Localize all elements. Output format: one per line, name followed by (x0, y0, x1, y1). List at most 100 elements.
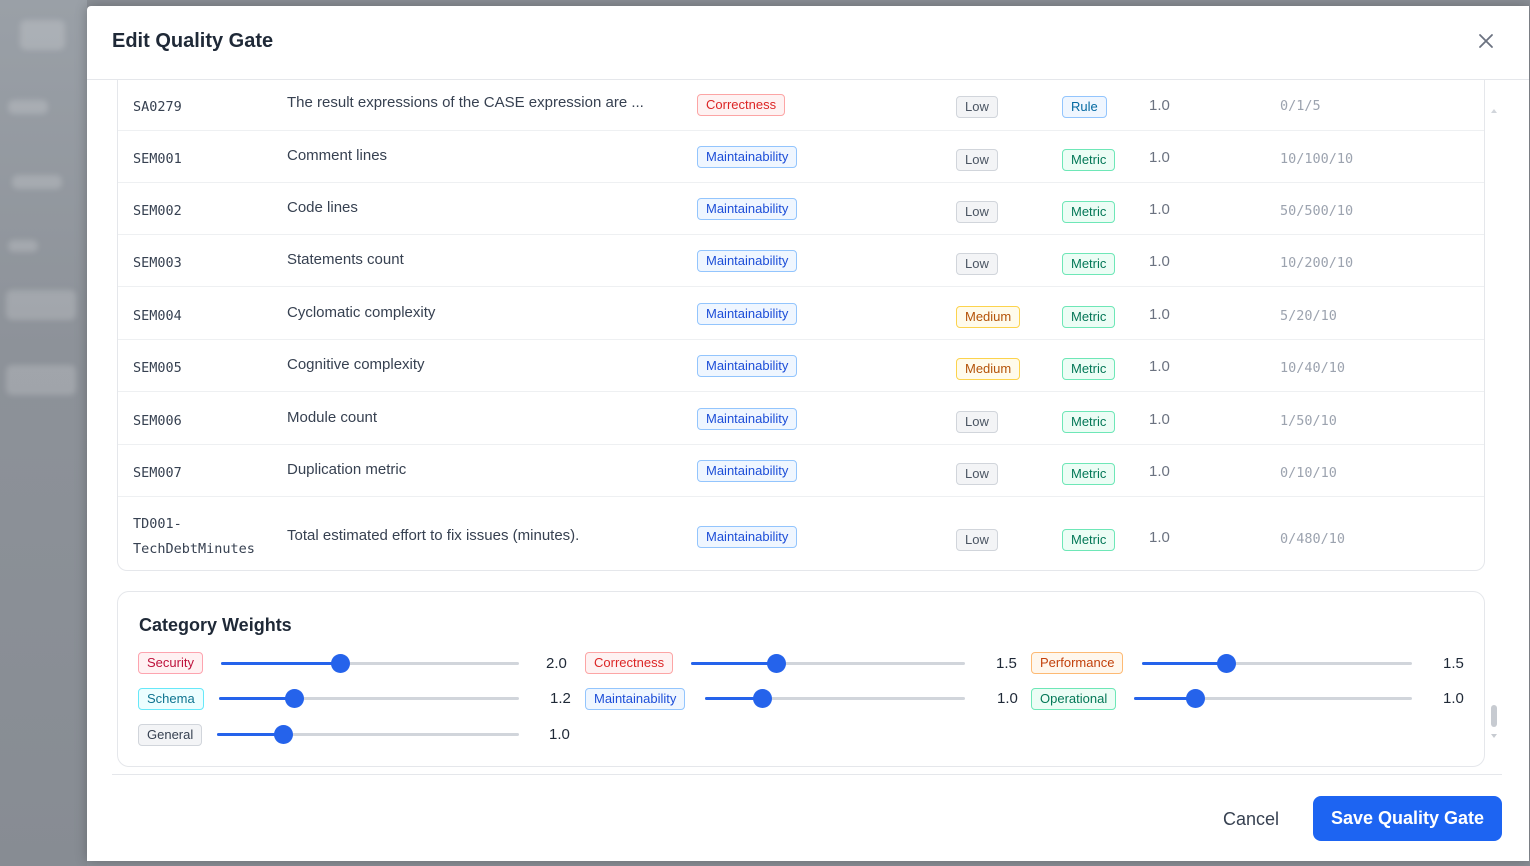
rule-id: SEM004 (133, 308, 182, 324)
type-badge: Metric (1062, 201, 1116, 223)
rule-weight: 1.0 (1149, 306, 1170, 323)
weight-label-schema: Schema (138, 688, 204, 710)
rules-table: SA0279 The result expressions of the CAS… (117, 80, 1485, 571)
type-badge: Metric (1062, 149, 1116, 171)
weight-value-schema: 1.2 (550, 690, 571, 707)
table-row[interactable]: SEM002 Code lines Maintainability Low Me… (118, 183, 1484, 235)
modal-scrollbar[interactable] (1490, 705, 1498, 741)
category-weights-panel: Category Weights Security 2.0 Correctnes… (117, 591, 1485, 767)
category-badge: Maintainability (697, 526, 798, 548)
severity-badge: Low (956, 149, 998, 171)
category-badge: Maintainability (697, 355, 798, 377)
rule-id: SEM006 (133, 413, 182, 429)
slider-thumb[interactable] (1186, 689, 1206, 708)
rule-id: SEM007 (133, 465, 182, 481)
correctness-weight-slider[interactable] (691, 654, 965, 673)
category-weights-title: Category Weights (139, 615, 292, 635)
general-weight-slider[interactable] (217, 725, 519, 744)
rule-thresholds: 5/20/10 (1280, 308, 1337, 324)
security-weight-slider[interactable] (221, 654, 519, 673)
weight-label-performance: Performance (1031, 652, 1124, 674)
slider-thumb[interactable] (331, 654, 351, 673)
severity-badge: Low (956, 201, 998, 223)
category-badge: Maintainability (697, 146, 798, 168)
scrollbar-thumb[interactable] (1491, 705, 1497, 727)
table-row[interactable]: SEM007 Duplication metric Maintainabilit… (118, 445, 1484, 497)
close-icon[interactable] (1475, 30, 1497, 52)
rule-id-continued: TechDebtMinutes (133, 541, 255, 557)
blurred-nav-item (6, 365, 76, 395)
maintainability-weight-slider[interactable] (705, 689, 965, 708)
weight-value-performance: 1.5 (1443, 655, 1464, 672)
rule-description: Comment lines (287, 147, 388, 164)
category-badge: Maintainability (697, 408, 798, 430)
severity-badge: Medium (956, 306, 1021, 328)
blurred-nav-item (12, 175, 62, 189)
table-row[interactable]: SEM005 Cognitive complexity Maintainabil… (118, 340, 1484, 392)
modal-title: Edit Quality Gate (112, 30, 274, 52)
blurred-logo (20, 20, 65, 50)
rule-weight: 1.0 (1149, 463, 1170, 480)
save-quality-gate-button[interactable]: Save Quality Gate (1313, 796, 1502, 841)
slider-fill (691, 662, 776, 665)
chevron-down-icon[interactable] (1491, 734, 1497, 738)
table-row[interactable]: TD001- TechDebtMinutes Total estimated e… (118, 497, 1484, 570)
weight-label-general: General (138, 724, 203, 746)
severity-badge: Medium (956, 358, 1021, 380)
type-badge: Metric (1062, 253, 1116, 275)
category-badge: Correctness (697, 94, 786, 116)
edit-quality-gate-modal: Edit Quality Gate SA0279 The result expr… (87, 6, 1529, 861)
rule-description: Cyclomatic complexity (287, 304, 436, 321)
type-badge: Metric (1062, 411, 1116, 433)
weight-label-maintainability: Maintainability (585, 688, 686, 710)
rule-weight: 1.0 (1149, 149, 1170, 166)
severity-badge: Low (956, 463, 998, 485)
slider-thumb[interactable] (274, 725, 294, 744)
type-badge: Metric (1062, 529, 1116, 551)
severity-badge: Low (956, 411, 998, 433)
slider-thumb[interactable] (285, 689, 304, 708)
operational-weight-slider[interactable] (1134, 689, 1412, 708)
blurred-nav-item (8, 240, 38, 252)
rule-description: Cognitive complexity (287, 356, 425, 373)
category-badge: Maintainability (697, 460, 798, 482)
rule-description: Code lines (287, 199, 358, 216)
table-scrollbar[interactable] (1489, 98, 1499, 578)
weight-value-maintainability: 1.0 (997, 690, 1018, 707)
rule-thresholds: 0/480/10 (1280, 531, 1346, 547)
severity-badge: Low (956, 253, 998, 275)
slider-fill (219, 697, 294, 700)
slider-fill (221, 662, 341, 665)
severity-badge: Low (956, 529, 998, 551)
rule-thresholds: 50/500/10 (1280, 203, 1354, 219)
table-row[interactable]: SEM006 Module count Maintainability Low … (118, 392, 1484, 445)
table-row[interactable]: SA0279 The result expressions of the CAS… (118, 80, 1484, 131)
performance-weight-slider[interactable] (1142, 654, 1412, 673)
weight-value-operational: 1.0 (1443, 690, 1464, 707)
table-row[interactable]: SEM003 Statements count Maintainability … (118, 235, 1484, 287)
rule-weight: 1.0 (1149, 97, 1170, 114)
cancel-button[interactable]: Cancel (1223, 809, 1279, 830)
rule-weight: 1.0 (1149, 411, 1170, 428)
rule-thresholds: 1/50/10 (1280, 413, 1337, 429)
rule-id: SEM003 (133, 255, 182, 271)
type-badge: Rule (1062, 96, 1107, 118)
slider-thumb[interactable] (1216, 654, 1236, 673)
slider-fill (1142, 662, 1226, 665)
weight-value-correctness: 1.5 (996, 655, 1017, 672)
category-badge: Maintainability (697, 250, 798, 272)
slider-thumb[interactable] (753, 689, 773, 708)
schema-weight-slider[interactable] (219, 689, 519, 708)
table-row[interactable]: SEM004 Cyclomatic complexity Maintainabi… (118, 287, 1484, 340)
rule-thresholds: 10/100/10 (1280, 151, 1354, 167)
rule-weight: 1.0 (1149, 201, 1170, 218)
table-row[interactable]: SEM001 Comment lines Maintainability Low… (118, 131, 1484, 183)
modal-body: SA0279 The result expressions of the CAS… (87, 80, 1529, 772)
type-badge: Metric (1062, 306, 1116, 328)
rule-id: SEM005 (133, 360, 182, 376)
slider-thumb[interactable] (766, 654, 786, 673)
chevron-up-icon[interactable] (1491, 109, 1497, 113)
rule-description: Total estimated effort to fix issues (mi… (287, 527, 580, 544)
rule-weight: 1.0 (1149, 358, 1170, 375)
rule-description: Statements count (287, 251, 404, 268)
